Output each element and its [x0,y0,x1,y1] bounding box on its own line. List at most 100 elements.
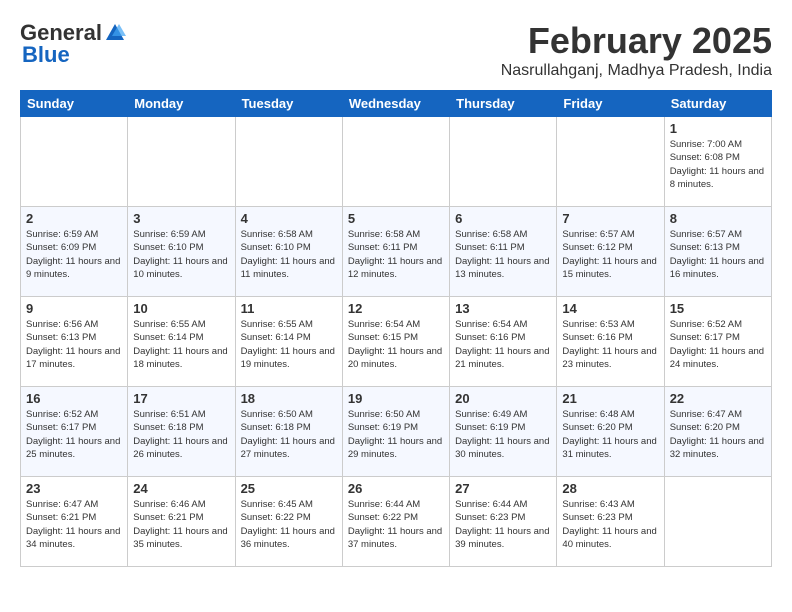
day-number: 12 [348,301,444,316]
cell-info: Sunrise: 6:46 AM Sunset: 6:21 PM Dayligh… [133,498,229,551]
day-number: 9 [26,301,122,316]
day-number: 18 [241,391,337,406]
calendar-cell: 17 Sunrise: 6:51 AM Sunset: 6:18 PM Dayli… [128,387,235,477]
day-number: 15 [670,301,766,316]
day-number: 5 [348,211,444,226]
day-number: 8 [670,211,766,226]
day-number: 20 [455,391,551,406]
calendar-cell: 22 Sunrise: 6:47 AM Sunset: 6:20 PM Dayli… [664,387,771,477]
cell-info: Sunrise: 6:56 AM Sunset: 6:13 PM Dayligh… [26,318,122,371]
calendar-cell: 23 Sunrise: 6:47 AM Sunset: 6:21 PM Dayli… [21,477,128,567]
cell-info: Sunrise: 6:55 AM Sunset: 6:14 PM Dayligh… [133,318,229,371]
calendar-cell: 15 Sunrise: 6:52 AM Sunset: 6:17 PM Dayli… [664,297,771,387]
cell-info: Sunrise: 6:43 AM Sunset: 6:23 PM Dayligh… [562,498,658,551]
logo-icon [104,22,126,44]
day-number: 22 [670,391,766,406]
calendar-cell: 1 Sunrise: 7:00 AM Sunset: 6:08 PM Daylig… [664,117,771,207]
calendar-cell: 19 Sunrise: 6:50 AM Sunset: 6:19 PM Dayli… [342,387,449,477]
calendar-table: SundayMondayTuesdayWednesdayThursdayFrid… [20,90,772,567]
calendar-cell: 11 Sunrise: 6:55 AM Sunset: 6:14 PM Dayli… [235,297,342,387]
cell-info: Sunrise: 6:47 AM Sunset: 6:20 PM Dayligh… [670,408,766,461]
weekday-header: Wednesday [342,91,449,117]
day-number: 23 [26,481,122,496]
cell-info: Sunrise: 6:51 AM Sunset: 6:18 PM Dayligh… [133,408,229,461]
cell-info: Sunrise: 6:55 AM Sunset: 6:14 PM Dayligh… [241,318,337,371]
cell-info: Sunrise: 6:52 AM Sunset: 6:17 PM Dayligh… [670,318,766,371]
calendar-cell: 10 Sunrise: 6:55 AM Sunset: 6:14 PM Dayli… [128,297,235,387]
calendar-cell: 8 Sunrise: 6:57 AM Sunset: 6:13 PM Daylig… [664,207,771,297]
calendar-cell: 3 Sunrise: 6:59 AM Sunset: 6:10 PM Daylig… [128,207,235,297]
weekday-header: Friday [557,91,664,117]
day-number: 16 [26,391,122,406]
calendar-cell: 5 Sunrise: 6:58 AM Sunset: 6:11 PM Daylig… [342,207,449,297]
logo-blue: Blue [22,42,70,68]
calendar-cell: 13Sunrise: 6:54 AM Sunset: 6:16 PM Dayli… [450,297,557,387]
day-number: 28 [562,481,658,496]
day-number: 13 [455,301,551,316]
day-number: 3 [133,211,229,226]
cell-info: Sunrise: 6:44 AM Sunset: 6:23 PM Dayligh… [455,498,551,551]
calendar-cell: 27Sunrise: 6:44 AM Sunset: 6:23 PM Dayli… [450,477,557,567]
calendar-week-row: 23 Sunrise: 6:47 AM Sunset: 6:21 PM Dayli… [21,477,772,567]
cell-info: Sunrise: 6:50 AM Sunset: 6:19 PM Dayligh… [348,408,444,461]
calendar-cell: 26Sunrise: 6:44 AM Sunset: 6:22 PM Dayli… [342,477,449,567]
calendar-cell [664,477,771,567]
calendar-week-row: 16 Sunrise: 6:52 AM Sunset: 6:17 PM Dayli… [21,387,772,477]
page-header: General Blue February 2025 Nasrullahganj… [20,20,772,80]
calendar-cell: 9 Sunrise: 6:56 AM Sunset: 6:13 PM Daylig… [21,297,128,387]
day-number: 4 [241,211,337,226]
calendar-cell: 28 Sunrise: 6:43 AM Sunset: 6:23 PM Dayli… [557,477,664,567]
day-number: 11 [241,301,337,316]
calendar-cell [450,117,557,207]
day-number: 7 [562,211,658,226]
calendar-cell [557,117,664,207]
location: Nasrullahganj, Madhya Pradesh, India [501,62,772,80]
day-number: 19 [348,391,444,406]
calendar-week-row: 2 Sunrise: 6:59 AM Sunset: 6:09 PM Daylig… [21,207,772,297]
cell-info: Sunrise: 6:45 AM Sunset: 6:22 PM Dayligh… [241,498,337,551]
weekday-header: Monday [128,91,235,117]
day-number: 14 [562,301,658,316]
calendar-header-row: SundayMondayTuesdayWednesdayThursdayFrid… [21,91,772,117]
day-number: 21 [562,391,658,406]
calendar-cell: 6 Sunrise: 6:58 AM Sunset: 6:11 PM Daylig… [450,207,557,297]
calendar-cell: 7 Sunrise: 6:57 AM Sunset: 6:12 PM Daylig… [557,207,664,297]
cell-info: Sunrise: 6:53 AM Sunset: 6:16 PM Dayligh… [562,318,658,371]
calendar-cell: 12 Sunrise: 6:54 AM Sunset: 6:15 PM Dayli… [342,297,449,387]
cell-info: Sunrise: 6:52 AM Sunset: 6:17 PM Dayligh… [26,408,122,461]
calendar-cell: 4Sunrise: 6:58 AM Sunset: 6:10 PM Daylig… [235,207,342,297]
cell-info: Sunrise: 6:57 AM Sunset: 6:12 PM Dayligh… [562,228,658,281]
day-number: 25 [241,481,337,496]
logo: General Blue [20,20,126,68]
cell-info: Sunrise: 6:47 AM Sunset: 6:21 PM Dayligh… [26,498,122,551]
cell-info: Sunrise: 6:59 AM Sunset: 6:10 PM Dayligh… [133,228,229,281]
cell-info: Sunrise: 6:57 AM Sunset: 6:13 PM Dayligh… [670,228,766,281]
cell-info: Sunrise: 6:54 AM Sunset: 6:15 PM Dayligh… [348,318,444,371]
calendar-cell: 2 Sunrise: 6:59 AM Sunset: 6:09 PM Daylig… [21,207,128,297]
title-block: February 2025 Nasrullahganj, Madhya Prad… [501,20,772,80]
cell-info: Sunrise: 6:50 AM Sunset: 6:18 PM Dayligh… [241,408,337,461]
day-number: 2 [26,211,122,226]
weekday-header: Sunday [21,91,128,117]
day-number: 10 [133,301,229,316]
cell-info: Sunrise: 6:48 AM Sunset: 6:20 PM Dayligh… [562,408,658,461]
cell-info: Sunrise: 6:59 AM Sunset: 6:09 PM Dayligh… [26,228,122,281]
calendar-cell: 25 Sunrise: 6:45 AM Sunset: 6:22 PM Dayli… [235,477,342,567]
calendar-cell: 24 Sunrise: 6:46 AM Sunset: 6:21 PM Dayli… [128,477,235,567]
calendar-cell: 16 Sunrise: 6:52 AM Sunset: 6:17 PM Dayli… [21,387,128,477]
weekday-header: Tuesday [235,91,342,117]
calendar-cell [235,117,342,207]
day-number: 24 [133,481,229,496]
month-title: February 2025 [501,20,772,62]
cell-info: Sunrise: 6:58 AM Sunset: 6:11 PM Dayligh… [455,228,551,281]
day-number: 6 [455,211,551,226]
calendar-cell: 21 Sunrise: 6:48 AM Sunset: 6:20 PM Dayli… [557,387,664,477]
cell-info: Sunrise: 6:58 AM Sunset: 6:11 PM Dayligh… [348,228,444,281]
cell-info: Sunrise: 7:00 AM Sunset: 6:08 PM Dayligh… [670,138,766,191]
day-number: 17 [133,391,229,406]
weekday-header: Thursday [450,91,557,117]
calendar-cell: 20Sunrise: 6:49 AM Sunset: 6:19 PM Dayli… [450,387,557,477]
calendar-week-row: 9 Sunrise: 6:56 AM Sunset: 6:13 PM Daylig… [21,297,772,387]
cell-info: Sunrise: 6:44 AM Sunset: 6:22 PM Dayligh… [348,498,444,551]
day-number: 1 [670,121,766,136]
